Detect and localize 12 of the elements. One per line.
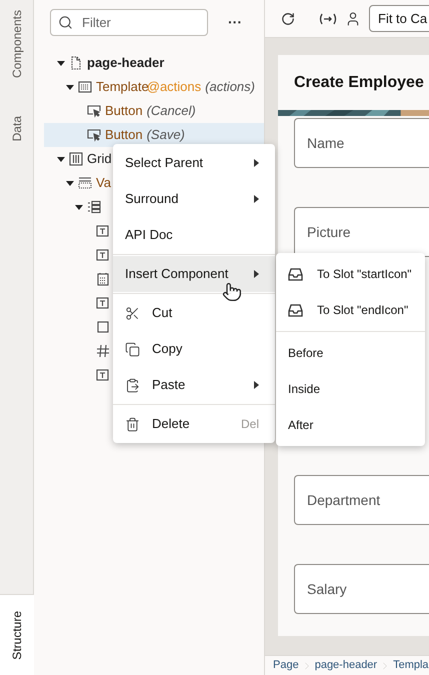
tree-item-note: (Save) bbox=[146, 126, 185, 144]
tree-item-label: Va bbox=[96, 174, 111, 192]
shortcut-label: Del bbox=[240, 416, 259, 433]
tree-item-label: Button bbox=[105, 126, 143, 144]
tree-item-label: Grid bbox=[87, 150, 112, 168]
tree-item-label: page-header bbox=[87, 54, 164, 72]
form-title: Create Employee bbox=[294, 72, 424, 92]
tree-item-note: (Cancel) bbox=[146, 102, 196, 120]
tree-item-label: Template bbox=[96, 78, 149, 96]
slot-label: @actions bbox=[146, 78, 202, 96]
tree-item-note: (actions) bbox=[205, 78, 255, 96]
tree-item-label: Button bbox=[105, 102, 143, 120]
